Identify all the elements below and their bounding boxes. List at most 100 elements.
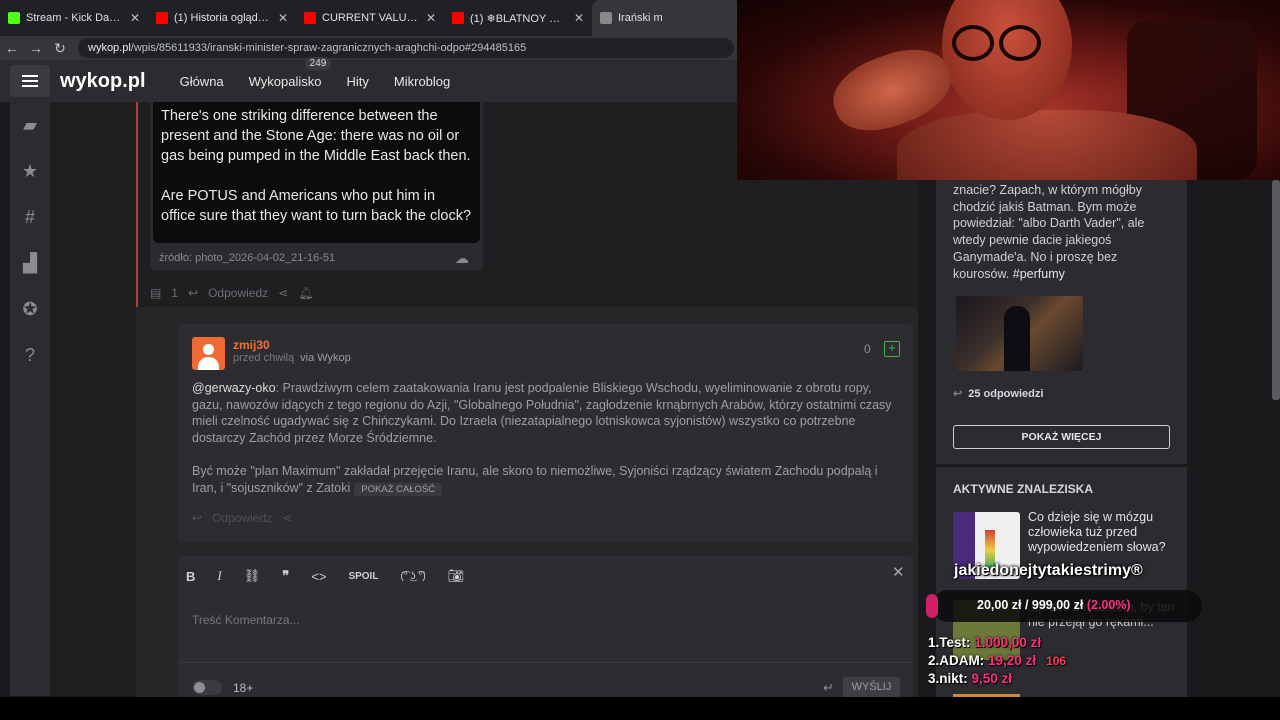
donation-goal-text: 20,00 zł / 999,00 zł (2.00%) xyxy=(977,598,1131,612)
nav-hity[interactable]: Hity xyxy=(347,74,369,89)
page-scrollbar[interactable] xyxy=(1272,180,1280,400)
sidebar-entry-image[interactable] xyxy=(956,296,1083,371)
forward-icon[interactable]: → xyxy=(24,40,48,56)
tab-title: Stream - Kick Dashboard xyxy=(26,12,124,24)
address-bar-row: ← → ↻ wykop.pl/wpis/85611933/iranski-min… xyxy=(0,36,740,60)
show-all-button[interactable]: POKAŻ CAŁOŚĆ xyxy=(354,482,443,496)
leaderboard-name: ADAM: xyxy=(939,653,985,668)
comment-paragraph-2: Być może "plan Maximum" zakładał przejęc… xyxy=(192,464,878,495)
badge-icon[interactable]: ✪ xyxy=(10,286,50,332)
reply-icon[interactable]: ↩ xyxy=(188,286,198,300)
browser-tab-2[interactable]: (1) Historia oglądania - YouTube ✕ xyxy=(148,0,296,36)
mention-link[interactable]: @gerwazy-oko xyxy=(192,381,276,395)
help-icon[interactable]: ? xyxy=(10,332,50,378)
browser-tab-1[interactable]: Stream - Kick Dashboard ✕ xyxy=(0,0,148,36)
download-cloud-icon[interactable]: ☁ xyxy=(455,250,469,267)
leaderboard-name: nikt: xyxy=(939,671,968,686)
avatar[interactable] xyxy=(192,337,225,370)
editor-toolbar: B I ⛓ ❞ <> SPOIL (͡° ͜ʖ ͡°) 📷︎ xyxy=(186,568,486,584)
sidebar-replies[interactable]: ↩ 25 odpowiedzi xyxy=(953,387,1043,400)
italic-icon[interactable]: I xyxy=(217,568,221,584)
share-icon[interactable]: ⋖ xyxy=(278,286,288,300)
tweet-paragraph-1: There's one striking difference between … xyxy=(161,108,471,164)
lenny-face-button[interactable]: (͡° ͜ʖ ͡°) xyxy=(400,571,425,582)
reload-icon[interactable]: ↻ xyxy=(48,40,72,57)
tweet-screenshot[interactable]: There's one striking difference between … xyxy=(153,102,480,243)
browser-tab-active[interactable]: Irański m xyxy=(592,0,740,36)
reply-button[interactable]: Odpowiedz xyxy=(208,286,268,300)
leaderboard-amount: 1.000,00 zł xyxy=(974,635,1042,650)
upvote-plus-icon[interactable]: + xyxy=(884,341,900,357)
comment-body: @gerwazy-oko: Prawdziwym celem zaatakowa… xyxy=(192,380,904,515)
comment-icon[interactable]: ▤ xyxy=(150,286,161,300)
leaderboard-row: 3.nikt: 9,50 zł xyxy=(928,671,1012,686)
screen: Stream - Kick Dashboard ✕ (1) Historia o… xyxy=(0,0,1280,720)
image-source: źródło: photo_2026-04-02_21-16-51 xyxy=(159,252,336,264)
link-icon[interactable]: ⛓ xyxy=(244,568,261,584)
goal-percent: (2.00%) xyxy=(1086,598,1131,612)
find-title-1[interactable]: Co dzieje się w mózgu człowieka tuż prze… xyxy=(1028,510,1178,555)
comment-username[interactable]: zmij30 xyxy=(233,338,270,352)
comment-input[interactable]: Treść Komentarza... xyxy=(192,613,300,627)
wykopalisko-count-badge: 249 xyxy=(304,56,332,70)
camera-icon[interactable]: 📷︎ xyxy=(448,568,465,584)
leaderboard-amount: 9,50 zł xyxy=(971,671,1013,686)
site-logo[interactable]: W wykop.pl xyxy=(60,69,952,93)
url-field[interactable]: wykop.pl/wpis/85611933/iranski-minister-… xyxy=(78,38,734,58)
send-button[interactable]: WYŚLIJ xyxy=(843,677,900,697)
comment-reply-button[interactable]: Odpowiedz xyxy=(212,511,272,525)
close-icon[interactable]: ✕ xyxy=(574,11,584,25)
hamburger-menu-button[interactable] xyxy=(10,65,50,97)
share-icon[interactable]: ⋖ xyxy=(282,511,292,525)
youtube-icon xyxy=(452,12,464,24)
tab-title: CURRENT VALUE | STVOL.TV x RU xyxy=(322,12,420,24)
main-nav: Główna Wykopalisko 249 Hity Mikroblog xyxy=(180,56,476,89)
comment-paragraph-1: : Prawdziwym celem zaatakowania Iranu je… xyxy=(192,381,892,445)
spoiler-button[interactable]: SPOIL xyxy=(348,571,378,582)
nav-mikroblog[interactable]: Mikroblog xyxy=(394,74,450,89)
show-more-button[interactable]: POKAŻ WIĘCEJ xyxy=(953,425,1170,449)
leaderboard-row: 2.ADAM: 19,20 zł 106 xyxy=(928,653,1066,668)
star-icon[interactable]: ★ xyxy=(10,148,50,194)
bold-icon[interactable]: B xyxy=(186,569,195,584)
ranking-icon[interactable]: ▟ xyxy=(10,240,50,286)
browser-tab-4[interactable]: (1) ❄BLATNOY OKRUG❄ Гио Пика ✕ xyxy=(444,0,592,36)
active-finds-title: AKTYWNE ZNALEZISKA xyxy=(953,482,1093,496)
close-icon[interactable]: ✕ xyxy=(426,11,436,25)
site-header: W wykop.pl Główna Wykopalisko 249 Hity Mi… xyxy=(0,56,952,102)
kick-icon xyxy=(8,12,20,24)
notify-icon[interactable]: 🔔︎ xyxy=(298,286,313,300)
goal-current: 20,00 zł xyxy=(977,598,1022,612)
adult-content-toggle[interactable] xyxy=(192,680,222,695)
leaderboard-amount: 19,20 zł xyxy=(988,653,1037,668)
thread-accent-line xyxy=(136,102,138,307)
nav-glowna[interactable]: Główna xyxy=(180,74,224,89)
nav-wykopalisko[interactable]: Wykopalisko 249 xyxy=(248,56,332,89)
leaderboard-rank: 2. xyxy=(928,653,940,668)
reply-icon: ↩ xyxy=(953,388,963,400)
goal-target: 999,00 zł xyxy=(1031,598,1084,612)
close-icon[interactable]: ✕ xyxy=(130,11,140,25)
code-icon[interactable]: <> xyxy=(311,569,326,584)
enter-icon: ↵ xyxy=(823,680,834,695)
sidebar-entry-tag[interactable]: #perfumy xyxy=(1013,267,1065,281)
close-icon[interactable]: ✕ xyxy=(892,563,905,581)
comment-meta: przed chwilą via Wykop xyxy=(233,352,351,364)
tab-title: (1) ❄BLATNOY OKRUG❄ Гио Пика xyxy=(470,12,568,25)
browser-tab-3[interactable]: CURRENT VALUE | STVOL.TV x RU ✕ xyxy=(296,0,444,36)
leaderboard-name: Test: xyxy=(939,635,971,650)
trending-icon[interactable]: ▰ xyxy=(10,102,50,148)
editor-divider xyxy=(178,662,913,663)
tweet-paragraph-2: Are POTUS and Americans who put him in o… xyxy=(161,188,472,224)
youtube-icon xyxy=(156,12,168,24)
quote-icon[interactable]: ❞ xyxy=(282,568,289,584)
reply-icon[interactable]: ↩ xyxy=(192,511,202,525)
comment-count: 1 xyxy=(171,286,179,300)
back-icon[interactable]: ← xyxy=(0,40,24,56)
url-path: /wpis/85611933/iranski-minister-spraw-za… xyxy=(130,42,527,54)
hashtag-icon[interactable]: # xyxy=(10,194,50,240)
nav-wykopalisko-label: Wykopalisko xyxy=(248,73,322,89)
browser-tabbar: Stream - Kick Dashboard ✕ (1) Historia o… xyxy=(0,0,740,36)
comment-via: via Wykop xyxy=(300,352,351,364)
close-icon[interactable]: ✕ xyxy=(278,11,288,25)
